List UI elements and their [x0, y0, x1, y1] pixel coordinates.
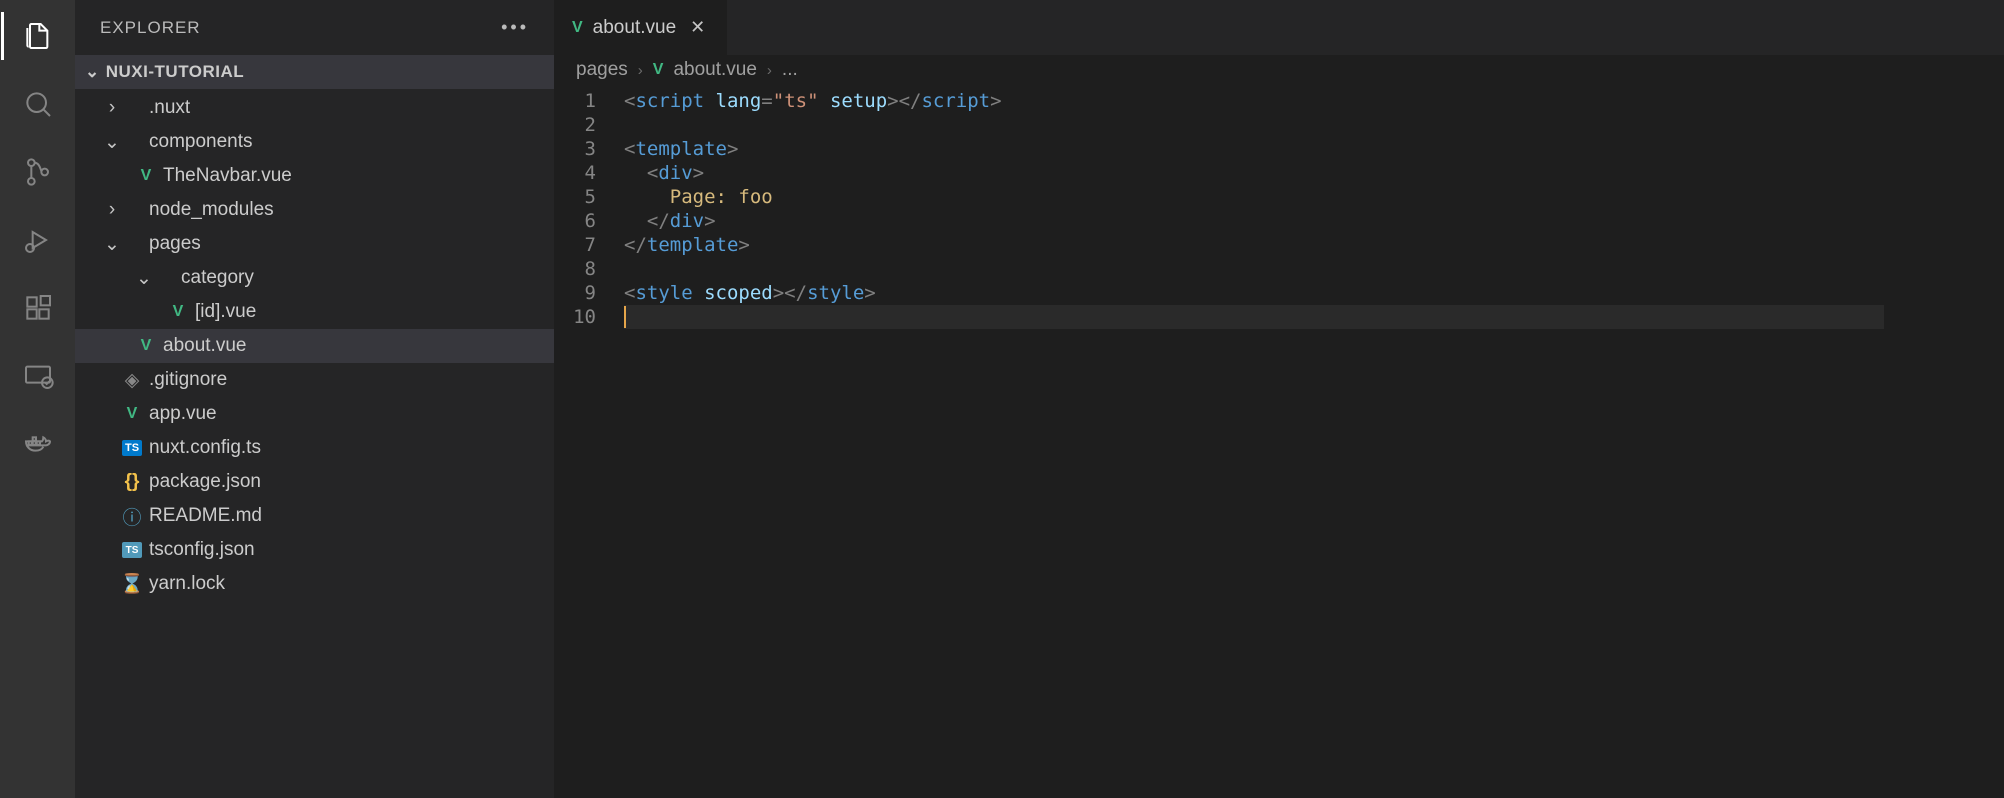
tree-file-gitignore[interactable]: ◈ .gitignore — [75, 363, 554, 397]
tree-file-tsconfig[interactable]: TS tsconfig.json — [75, 533, 554, 567]
tree-file-app-vue[interactable]: V app.vue — [75, 397, 554, 431]
code-editor[interactable]: 1 2 3 4 5 6 7 8 9 10 <script lang="ts" s… — [554, 85, 2004, 798]
tree-folder-components[interactable]: ⌄ components — [75, 125, 554, 159]
project-name: NUXI-TUTORIAL — [106, 62, 244, 82]
vue-icon: V — [572, 19, 583, 37]
tree-folder-category[interactable]: ⌄ category — [75, 261, 554, 295]
info-icon: ⓘ — [122, 503, 141, 530]
activity-remote[interactable] — [14, 352, 62, 400]
git-icon: ◈ — [125, 369, 140, 392]
activity-source-control[interactable] — [14, 148, 62, 196]
tree-file-id-vue[interactable]: V [id].vue — [75, 295, 554, 329]
line-gutter: 1 2 3 4 5 6 7 8 9 10 — [554, 89, 624, 798]
yarn-icon: ⌛ — [120, 572, 144, 596]
ts-icon: TS — [122, 440, 142, 456]
sidebar-more-icon[interactable]: ••• — [501, 17, 529, 38]
activity-run-debug[interactable] — [14, 216, 62, 264]
chevron-down-icon: ⌄ — [103, 131, 121, 154]
tree-folder-node-modules[interactable]: › node_modules — [75, 193, 554, 227]
chevron-right-icon: › — [103, 97, 121, 119]
chevron-right-icon: › — [638, 62, 643, 79]
activity-extensions[interactable] — [14, 284, 62, 332]
chevron-down-icon: ⌄ — [103, 233, 121, 256]
tree-folder-nuxt[interactable]: › .nuxt — [75, 91, 554, 125]
text-cursor — [624, 306, 626, 328]
sidebar-title: EXPLORER — [100, 18, 201, 38]
editor-tabs: V about.vue ✕ — [554, 0, 2004, 55]
tree-file-thenavbar[interactable]: V TheNavbar.vue — [75, 159, 554, 193]
activity-search[interactable] — [14, 80, 62, 128]
editor-area: V about.vue ✕ pages › V about.vue › ... … — [554, 0, 2004, 798]
tab-about-vue[interactable]: V about.vue ✕ — [554, 0, 727, 55]
chevron-right-icon: › — [767, 62, 772, 79]
chevron-down-icon: ⌄ — [135, 267, 153, 290]
vue-icon: V — [173, 303, 184, 321]
chevron-right-icon: › — [103, 199, 121, 221]
tree-file-readme[interactable]: ⓘ README.md — [75, 499, 554, 533]
activity-bar — [0, 0, 75, 798]
breadcrumb[interactable]: pages › V about.vue › ... — [554, 55, 2004, 85]
vue-icon: V — [141, 167, 152, 185]
tree-file-yarn-lock[interactable]: ⌛ yarn.lock — [75, 567, 554, 601]
minimap[interactable] — [1884, 89, 2004, 798]
tree-file-package-json[interactable]: {} package.json — [75, 465, 554, 499]
explorer-sidebar: EXPLORER ••• ⌄ NUXI-TUTORIAL › .nuxt ⌄ c… — [75, 0, 554, 798]
tsconfig-icon: TS — [122, 542, 142, 558]
breadcrumb-root[interactable]: pages — [576, 59, 628, 81]
close-icon[interactable]: ✕ — [686, 17, 709, 38]
tab-filename: about.vue — [593, 17, 676, 39]
activity-explorer[interactable] — [14, 12, 62, 60]
project-section-header[interactable]: ⌄ NUXI-TUTORIAL — [75, 55, 554, 89]
tree-folder-pages[interactable]: ⌄ pages — [75, 227, 554, 261]
json-icon: {} — [125, 471, 140, 493]
tree-file-about-vue[interactable]: V about.vue — [75, 329, 554, 363]
activity-docker[interactable] — [14, 420, 62, 468]
code-lines[interactable]: <script lang="ts" setup></script> <templ… — [624, 89, 1884, 798]
vue-icon: V — [653, 61, 664, 79]
vue-icon: V — [141, 337, 152, 355]
tree-file-nuxt-config[interactable]: TS nuxt.config.ts — [75, 431, 554, 465]
vue-icon: V — [127, 405, 138, 423]
breadcrumb-rest[interactable]: ... — [782, 59, 798, 81]
sidebar-header: EXPLORER ••• — [75, 0, 554, 55]
chevron-down-icon: ⌄ — [85, 62, 100, 82]
file-tree: › .nuxt ⌄ components V TheNavbar.vue › n… — [75, 89, 554, 798]
breadcrumb-file[interactable]: about.vue — [673, 59, 756, 81]
